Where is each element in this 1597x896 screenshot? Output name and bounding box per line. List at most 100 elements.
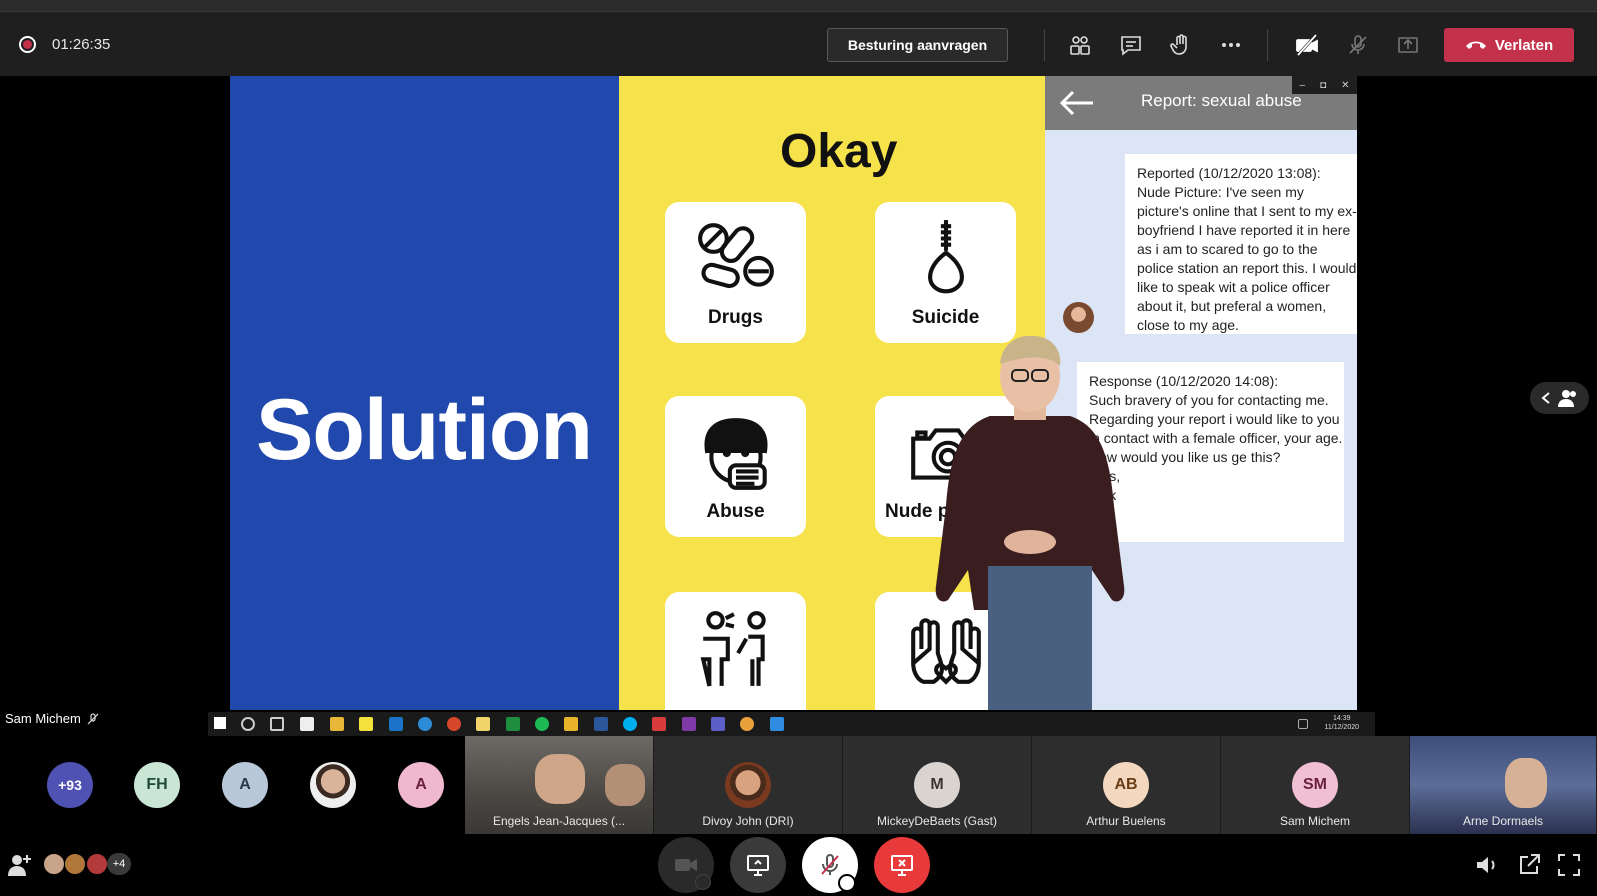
attendee-face-avatar (43, 853, 65, 875)
request-control-button[interactable]: Besturing aanvragen (827, 28, 1008, 62)
edge-icon (418, 717, 432, 731)
presenter-video (935, 336, 1125, 710)
muted-mic-icon (87, 712, 99, 724)
restore-icon[interactable]: ◘ (1320, 80, 1326, 91)
presenter-name-label: Sam Michem (5, 711, 99, 726)
raise-hand-icon[interactable] (1166, 30, 1196, 60)
stop-share-icon (891, 855, 913, 876)
bottom-controls: +4 (0, 834, 1597, 896)
participant-photo-avatar[interactable] (310, 762, 356, 808)
chrome-icon (740, 717, 754, 731)
fullscreen-icon[interactable] (1556, 852, 1582, 878)
store-icon (300, 717, 314, 731)
meeting-toolbar: 01:26:35 Besturing aanvragen Verlaten (0, 12, 1597, 76)
taskbar-date: 11/12/2020 (1324, 724, 1359, 731)
word-icon (594, 717, 608, 731)
reporter-avatar (1063, 302, 1094, 333)
camera-options-chevron-icon[interactable] (695, 874, 711, 890)
participant-name: Engels Jean-Jacques (... (492, 814, 626, 828)
report-title: Report: sexual abuse (1141, 91, 1302, 110)
back-arrow-icon[interactable] (1059, 88, 1095, 118)
network-icon (1298, 719, 1308, 729)
participant-video-tile[interactable]: Arne Dormaels (1410, 736, 1597, 834)
video-person (605, 764, 645, 806)
pills-icon (698, 223, 774, 289)
participant-tile[interactable]: M MickeyDeBaets (Gast) (843, 736, 1032, 834)
notes-icon (564, 717, 578, 731)
attendee-face-avatar (64, 853, 86, 875)
participants-icon[interactable] (1065, 30, 1095, 60)
participant-strip: +93 FH A A Engels Jean-Jacques (... Divo… (0, 736, 1597, 834)
participant-initials: AB (1103, 762, 1149, 808)
title-strip (0, 0, 1597, 12)
chat-icon[interactable] (1116, 30, 1146, 60)
covered-mouth-icon (704, 418, 768, 490)
leave-button[interactable]: Verlaten (1444, 28, 1574, 62)
participant-avatar[interactable]: FH (134, 762, 180, 808)
report-message: Reported (10/12/2020 13:08): Nude Pictur… (1125, 154, 1357, 334)
excel-icon (506, 717, 520, 731)
participant-photo-avatar (725, 762, 771, 808)
video-person (1505, 758, 1547, 808)
toolbar-divider (1267, 29, 1268, 61)
participant-initials: SM (1292, 762, 1338, 808)
attendee-face-avatar (86, 853, 108, 875)
participant-tile[interactable]: SM Sam Michem (1221, 736, 1410, 834)
bullying-icon (700, 611, 766, 687)
recording-indicator-icon (19, 36, 36, 53)
leave-label: Verlaten (1494, 36, 1554, 54)
microphone-muted-icon (821, 854, 839, 875)
share-screen-icon (747, 855, 769, 876)
participant-avatar[interactable]: A (222, 762, 268, 808)
shared-screen: Solution Okay Drugs Suicide Abuse Nude p… (230, 76, 1357, 710)
acrobat-icon (652, 717, 666, 731)
card-label: Suicide (911, 307, 980, 328)
side-panel-toggle[interactable] (1530, 382, 1589, 414)
microphone-off-icon[interactable] (1343, 30, 1373, 60)
participant-name: Sam Michem (1279, 814, 1350, 828)
stop-presenting-button[interactable] (874, 837, 930, 893)
taskbar-clock: 14:39 11/12/2020 (1324, 714, 1359, 732)
slide-blue-panel: Solution (230, 76, 619, 710)
folder-icon (476, 717, 490, 731)
participant-name: Divoy John (DRI) (702, 814, 794, 828)
teams-icon (711, 717, 725, 731)
microphone-options-chevron-icon[interactable] (838, 874, 856, 892)
presenter-name: Sam Michem (5, 711, 81, 726)
participant-initials: M (914, 762, 960, 808)
minimize-icon[interactable]: – (1300, 80, 1306, 91)
teams-meeting-window: 01:26:35 Besturing aanvragen Verlaten So… (0, 0, 1597, 896)
pop-out-icon[interactable] (1516, 852, 1542, 878)
noose-icon (928, 220, 964, 294)
card-suicide: Suicide (875, 202, 1016, 343)
video-camera-icon (675, 859, 697, 871)
windows-taskbar: 14:39 11/12/2020 (208, 712, 1375, 736)
share-tray-icon[interactable] (1393, 30, 1423, 60)
speaker-volume-icon[interactable] (1474, 852, 1500, 878)
participant-avatar[interactable]: A (398, 762, 444, 808)
card-bullying (665, 592, 806, 710)
share-screen-button[interactable] (730, 837, 786, 893)
people-icon (1557, 390, 1576, 407)
participant-tile[interactable]: Divoy John (DRI) (654, 736, 843, 834)
more-participants-badge[interactable]: +93 (47, 762, 93, 808)
more-options-icon[interactable] (1216, 30, 1246, 60)
outlook-icon (389, 717, 403, 731)
video-person (535, 754, 585, 804)
participant-name: MickeyDeBaets (Gast) (876, 814, 998, 828)
card-label: Drugs (708, 307, 763, 328)
camera-off-icon[interactable] (1292, 30, 1322, 60)
add-people-icon[interactable] (6, 852, 32, 878)
media-player-icon (770, 717, 784, 731)
powerpoint-icon (447, 717, 461, 731)
extra-attendees-count[interactable]: +4 (107, 853, 131, 875)
skype-icon (623, 717, 637, 731)
slide-title-solution: Solution (256, 382, 593, 478)
close-icon[interactable]: ✕ (1341, 80, 1349, 91)
participant-tile[interactable]: AB Arthur Buelens (1032, 736, 1221, 834)
spotify-icon (535, 717, 549, 731)
window-controls: – ◘ ✕ (1292, 76, 1357, 94)
report-header: Report: sexual abuse – ◘ ✕ (1045, 76, 1357, 130)
participant-video-tile[interactable]: Engels Jean-Jacques (... (465, 736, 654, 834)
file-explorer-icon (330, 717, 344, 731)
